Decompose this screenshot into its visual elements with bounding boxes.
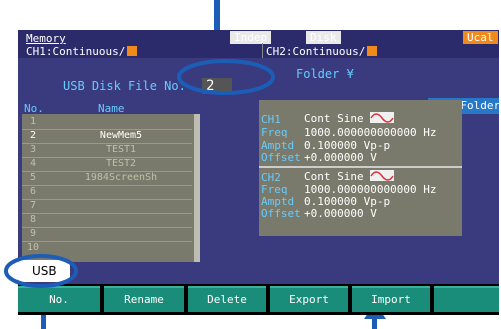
row-name: NewMem5 <box>99 130 143 141</box>
info-divider <box>259 166 462 168</box>
row-no: 8 <box>29 214 37 225</box>
ch2-value-text: Cont Sine <box>304 170 364 183</box>
ch2-value: Cont Sine <box>304 170 395 183</box>
table-scrollbar[interactable] <box>194 114 200 262</box>
table-row[interactable]: 9 <box>22 228 192 241</box>
row-no: 2 <box>29 130 37 141</box>
table-row[interactable]: 8 <box>22 214 192 227</box>
topbar-divider <box>262 43 263 58</box>
ch2-status-label: CH2:Continuous/ <box>266 45 366 58</box>
ch1-value-text: Cont Sine <box>304 112 364 125</box>
ch1-status-label: CH1:Continuous/ <box>26 45 126 58</box>
ucal-badge: Ucal <box>463 31 498 44</box>
softkey-delete[interactable]: Delete <box>188 286 266 312</box>
softkey-empty <box>434 286 499 312</box>
memory-label[interactable]: Memory <box>26 32 66 45</box>
table-row[interactable]: 3 TEST1 <box>22 144 192 157</box>
row-no: 3 <box>29 144 37 155</box>
status-bar: Memory Indep Disk Ucal CH1:Continuous/ C… <box>18 30 499 58</box>
row-name: TEST1 <box>105 144 137 155</box>
ch2-orange-icon <box>367 46 378 56</box>
row-no: 9 <box>29 228 37 239</box>
ch1-offset-label: Offset <box>261 151 301 164</box>
ch1-status: CH1:Continuous/ <box>26 45 138 58</box>
indep-badge: Indep <box>230 31 272 44</box>
table-row[interactable]: 5 1984ScreenSh <box>22 172 192 185</box>
table-row[interactable]: 1 <box>22 116 192 129</box>
ch1-label: CH1 <box>261 113 281 126</box>
folder-label: Folder ¥ <box>296 67 354 81</box>
row-no: 5 <box>29 172 37 183</box>
usb-highlight <box>4 254 78 288</box>
ch1-freq-label: Freq <box>261 126 288 139</box>
softkey-bar: No. Rename Delete Export Import <box>18 286 499 313</box>
softkey-no[interactable]: No. <box>18 286 100 312</box>
file-no-highlight <box>177 59 275 95</box>
table-row[interactable]: 7 <box>22 200 192 213</box>
row-no: 10 <box>26 242 40 253</box>
ch2-offset-value: +0.000000 V <box>304 207 377 220</box>
table-row[interactable]: 4 TEST2 <box>22 158 192 171</box>
ch1-orange-icon <box>127 46 138 56</box>
file-info-panel: CH1 Cont Sine Freq 1000.000000000000 Hz … <box>259 100 462 236</box>
usb-disk-file-no-label: USB Disk File No. <box>63 79 186 93</box>
ch2-offset-label: Offset <box>261 207 301 220</box>
sine-wave-icon <box>370 170 395 181</box>
sine-wave-icon <box>370 112 395 123</box>
file-table: 1 2 NewMem5 3 TEST1 4 TEST2 5 1984ScreenSh 6… <box>22 114 200 262</box>
softkey-rename[interactable]: Rename <box>104 286 184 312</box>
softkey-import[interactable]: Import <box>352 286 430 312</box>
softkey-export[interactable]: Export <box>270 286 348 312</box>
disk-badge: Disk <box>306 31 341 44</box>
row-no: 4 <box>29 158 37 169</box>
row-no: 1 <box>29 116 37 127</box>
ch1-freq-value: 1000.000000000000 Hz <box>304 126 437 139</box>
ch2-status: CH2:Continuous/ <box>266 45 378 58</box>
row-no: 7 <box>29 200 37 211</box>
row-name: TEST2 <box>105 158 137 169</box>
table-row[interactable]: 6 <box>22 186 192 199</box>
ch1-offset-value: +0.000000 V <box>304 151 377 164</box>
bottom-right-arrow-shaft <box>372 318 377 329</box>
ch1-value: Cont Sine <box>304 112 395 125</box>
table-row[interactable]: 2 NewMem5 <box>22 130 192 143</box>
row-name: 1984ScreenSh <box>84 172 158 183</box>
row-no: 6 <box>29 186 37 197</box>
